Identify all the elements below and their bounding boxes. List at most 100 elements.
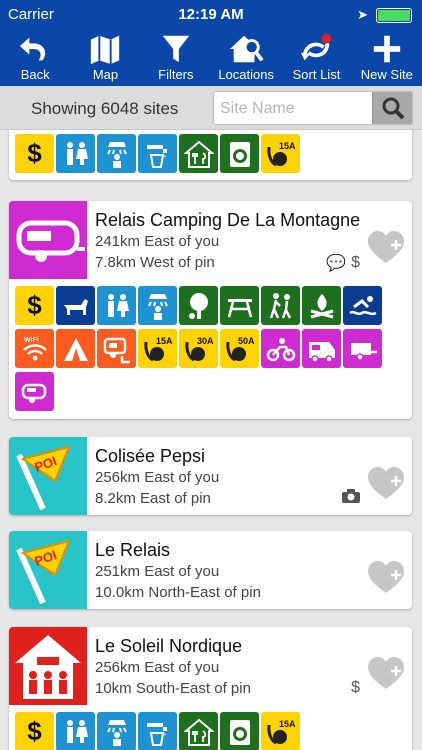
svg-text:15A: 15A [279, 141, 296, 151]
house-search-icon [230, 35, 264, 63]
svg-text:15A: 15A [156, 336, 173, 346]
laundry-icon [220, 134, 259, 173]
paid-icon: $ [15, 286, 54, 325]
hostel-thumbnail [9, 627, 87, 705]
map-label: Map [92, 67, 119, 82]
shower-icon [97, 712, 136, 750]
search-icon [382, 97, 404, 120]
drinking-water-icon [138, 712, 177, 750]
site-name-input[interactable] [220, 98, 370, 120]
shelter-kitchen-icon [179, 712, 218, 750]
site-count: Showing 6048 sites [31, 99, 179, 118]
poi-thumbnail: POI [9, 437, 87, 515]
power-30a-icon: 30A [179, 329, 218, 368]
site-card[interactable]: POI Colisée Pepsi 256km East of you 8.2k… [9, 437, 412, 515]
shelter-kitchen-icon [179, 134, 218, 173]
toolbar: Back Map Filters Locations Sort List New… [0, 30, 422, 86]
toilets-icon [97, 286, 136, 325]
distance-from-pin: 8.2km East of pin [95, 490, 211, 507]
distance-from-you: 251km East of you [95, 563, 220, 580]
motorbike-icon [261, 329, 300, 368]
favorite-heart-icon[interactable] [368, 561, 404, 595]
sort-list-button[interactable]: Sort List [281, 30, 351, 86]
hiking-icon [261, 286, 300, 325]
wifi-icon: WiFi [15, 329, 54, 368]
distance-from-you: 256km East of you [95, 659, 220, 676]
pets-allowed-icon [56, 286, 95, 325]
toilets-icon [56, 712, 95, 750]
site-name: Relais Camping De La Montagne [95, 210, 361, 230]
distance-from-you: 241km East of you [95, 233, 220, 250]
site-card[interactable]: POI Le Relais 251km East of you 10.0km N… [9, 531, 412, 609]
amenity-row: $ 15A [15, 711, 407, 750]
svg-text:WiFi: WiFi [24, 337, 39, 344]
location-arrow-icon: ➤ [357, 7, 368, 22]
site-name: Colisée Pepsi [95, 446, 206, 466]
status-bar: Carrier 12:19 AM ➤ [0, 0, 422, 30]
distance-from-pin: 10km South-East of pin [95, 680, 251, 697]
site-extras [342, 489, 360, 503]
drinking-water-icon [138, 134, 177, 173]
poi-thumbnail: POI [9, 531, 87, 609]
plus-icon [373, 35, 401, 63]
filters-button[interactable]: Filters [141, 30, 211, 86]
search-bar: Showing 6048 sites [0, 86, 422, 130]
laundry-icon [220, 712, 259, 750]
site-info: Relais Camping De La Montagne 241km East… [95, 209, 360, 273]
dump-station-icon [97, 329, 136, 368]
trailer-icon [343, 329, 382, 368]
price-indicator: $ [351, 254, 360, 271]
site-card[interactable]: Le Soleil Nordique 256km East of you 10k… [9, 627, 412, 750]
sort-list-label: Sort List [292, 67, 341, 82]
camera-icon [342, 489, 360, 503]
locations-button[interactable]: Locations [211, 30, 281, 86]
poi-flag-icon: POI [16, 445, 71, 511]
distance-from-pin: 10.0km North-East of pin [95, 584, 261, 601]
search-button[interactable] [372, 92, 412, 124]
map-button[interactable]: Map [70, 30, 140, 86]
back-arrow-icon [20, 37, 46, 61]
power-15a-icon: 15A [261, 134, 300, 173]
swimming-icon [343, 286, 382, 325]
new-site-button[interactable]: New Site [352, 30, 422, 86]
power-15a-icon: 15A [138, 329, 177, 368]
site-name-field [213, 91, 413, 125]
site-info: Le Soleil Nordique 256km East of you 10k… [95, 635, 251, 699]
comments-icon: 💬 [326, 255, 347, 272]
caravan-icon [16, 220, 85, 262]
site-info: Colisée Pepsi 256km East of you 8.2km Ea… [95, 445, 219, 509]
svg-text:50A: 50A [238, 336, 255, 346]
hostel-icon [15, 635, 81, 699]
paid-icon: $ [15, 712, 54, 750]
price-indicator: $ [351, 679, 360, 696]
paid-icon: $ [15, 134, 54, 173]
distance-from-you: 256km East of you [95, 469, 220, 486]
campground-thumbnail [9, 201, 87, 279]
favorite-heart-icon[interactable] [368, 231, 404, 265]
locations-label: Locations [218, 67, 274, 82]
site-card-partial[interactable]: $ 15A [9, 130, 412, 180]
picnic-table-icon [220, 286, 259, 325]
site-card[interactable]: Relais Camping De La Montagne 241km East… [9, 201, 412, 419]
back-label: Back [20, 67, 50, 82]
favorite-heart-icon[interactable] [368, 467, 404, 501]
shower-icon [138, 286, 177, 325]
distance-from-pin: 7.8km West of pin [95, 254, 215, 271]
filters-label: Filters [158, 67, 194, 82]
filter-funnel-icon [162, 35, 190, 63]
back-button[interactable]: Back [0, 30, 70, 86]
battery-icon [376, 8, 412, 23]
map-icon [91, 35, 120, 65]
campfire-icon [302, 286, 341, 325]
amenity-row: $ 15A [15, 133, 407, 176]
tent-sites-icon [56, 329, 95, 368]
shower-icon [97, 134, 136, 173]
site-extras: 💬 $ [326, 253, 360, 273]
power-15a-icon: 15A [261, 712, 300, 750]
svg-text:15A: 15A [279, 719, 296, 729]
site-info: Le Relais 251km East of you 10.0km North… [95, 539, 261, 603]
toilets-icon [56, 134, 95, 173]
site-extras: $ [351, 679, 360, 697]
new-site-label: New Site [360, 67, 413, 82]
favorite-heart-icon[interactable] [368, 657, 404, 691]
